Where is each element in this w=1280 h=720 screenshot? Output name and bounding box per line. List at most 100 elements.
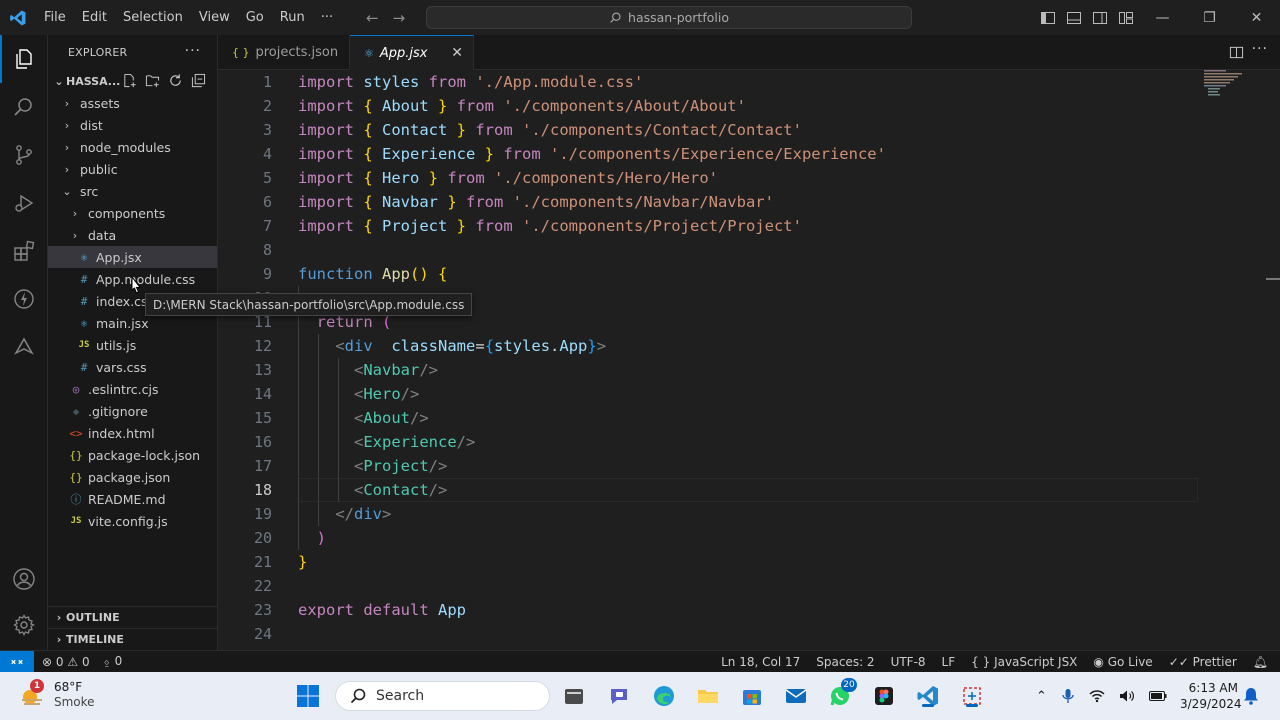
chevron-up-icon[interactable]: ⌃ [1036, 689, 1047, 704]
tree-folder[interactable]: › components [48, 202, 217, 224]
wifi-icon[interactable] [1089, 689, 1105, 703]
copilot-extension-icon[interactable] [0, 323, 48, 371]
problems-indicator[interactable]: ⊗ 0 ⚠ 0 [42, 655, 90, 669]
tree-file[interactable]: ⚛ App.jsx [48, 246, 217, 268]
menu-item[interactable]: Selection [115, 0, 191, 35]
outline-section[interactable]: › OUTLINE [48, 606, 218, 628]
refresh-icon[interactable] [168, 73, 183, 88]
tree-folder[interactable]: › data [48, 224, 217, 246]
minimap[interactable] [1204, 70, 1248, 110]
windows-start-icon[interactable] [296, 684, 320, 708]
ports-indicator[interactable]: ⍚ 0 [104, 654, 123, 669]
line-number: 17 [253, 457, 272, 475]
line-number: 14 [253, 385, 272, 403]
tree-file[interactable]: {} package-lock.json [48, 444, 217, 466]
remote-explorer-icon[interactable] [0, 275, 48, 323]
notification-bell-icon[interactable] [1243, 687, 1259, 709]
tree-file[interactable]: ◆ .gitignore [48, 400, 217, 422]
code-editor[interactable]: 1 import styles from './App.module.css' 2 i… [218, 70, 1280, 650]
collapse-all-icon[interactable] [191, 73, 206, 88]
taskbar-search[interactable]: Search [335, 681, 550, 711]
notifications-bell-icon[interactable]: 🔔︎ [1253, 655, 1268, 669]
restore-icon[interactable]: ❐ [1186, 0, 1233, 35]
menu-item[interactable]: View [191, 0, 238, 35]
tab-projects-json[interactable]: { } projects.json [218, 35, 350, 70]
menu-item[interactable]: Edit [74, 0, 115, 35]
tree-file[interactable]: {} package.json [48, 466, 217, 488]
figma-app-icon[interactable] [870, 682, 898, 710]
customize-layout-icon[interactable] [1118, 10, 1134, 26]
editor-more-actions-icon[interactable]: ··· [1252, 41, 1268, 57]
menu-item[interactable]: Go [238, 0, 272, 35]
forward-arrow-icon[interactable]: → [393, 9, 406, 27]
extensions-icon[interactable] [0, 227, 48, 275]
line-number: 24 [253, 625, 272, 643]
toggle-panel-icon[interactable] [1066, 10, 1082, 26]
prettier-button[interactable]: ✓✓ Prettier [1169, 655, 1237, 669]
tree-file[interactable]: ⓘ README.md [48, 488, 217, 510]
tree-file[interactable]: <> index.html [48, 422, 217, 444]
tree-folder[interactable]: ⌄ src [48, 180, 217, 202]
snipping-tool-app-icon[interactable] [958, 682, 986, 710]
close-window-icon[interactable]: ✕ [1233, 0, 1280, 35]
menu-item[interactable]: ··· [313, 0, 341, 35]
tree-file[interactable]: JS vite.config.js [48, 510, 217, 532]
timeline-section[interactable]: › TIMELINE [48, 628, 218, 650]
system-clock[interactable]: 6:13 AM 3/29/2024 [1180, 680, 1242, 712]
end-of-line[interactable]: LF [942, 655, 956, 669]
toggle-primary-sidebar-icon[interactable] [1040, 10, 1056, 26]
new-folder-icon[interactable] [145, 73, 160, 88]
teams-chat-app-icon[interactable] [606, 682, 634, 710]
battery-icon[interactable] [1148, 690, 1167, 702]
indentation[interactable]: Spaces: 2 [816, 655, 874, 669]
tree-folder[interactable]: › public [48, 158, 217, 180]
menu-item[interactable]: Run [272, 0, 313, 35]
temperature: 68°F [54, 680, 83, 694]
tree-folder[interactable]: › dist [48, 114, 217, 136]
toggle-secondary-sidebar-icon[interactable] [1092, 10, 1108, 26]
cursor-position[interactable]: Ln 18, Col 17 [721, 655, 800, 669]
tree-file[interactable]: JS utils.js [48, 334, 217, 356]
source-control-icon[interactable] [0, 131, 48, 179]
file-manager-app-icon[interactable] [560, 682, 588, 710]
language-mode[interactable]: { } JavaScript JSX [971, 655, 1077, 669]
tree-file[interactable]: ◎ .eslintrc.cjs [48, 378, 217, 400]
edge-browser-app-icon[interactable] [650, 682, 678, 710]
tree-item-label: .gitignore [88, 403, 148, 419]
search-activity-icon[interactable] [0, 83, 48, 131]
mail-app-icon[interactable] [782, 682, 810, 710]
encoding[interactable]: UTF-8 [891, 655, 926, 669]
remote-indicator-icon[interactable] [0, 650, 34, 673]
back-arrow-icon[interactable]: ← [366, 9, 379, 27]
js-file-icon: JS [78, 340, 90, 350]
explorer-icon[interactable] [0, 35, 48, 83]
run-debug-icon[interactable] [0, 179, 48, 227]
tab-app-jsx[interactable]: ⚛ App.jsx ✕ [350, 35, 474, 70]
windows-taskbar: 1 68°F Smoke Search 20 ⌃ 6:13 AM 3/29/20… [0, 672, 1280, 720]
vscode-taskbar-icon[interactable] [914, 682, 942, 710]
workspace-folder-header[interactable]: ⌄ HASSA... [48, 70, 217, 92]
new-file-icon[interactable] [122, 73, 137, 88]
file-explorer-app-icon[interactable] [694, 682, 722, 710]
minimize-icon[interactable]: — [1139, 0, 1186, 35]
volume-icon[interactable] [1119, 689, 1135, 703]
close-tab-icon[interactable]: ✕ [451, 45, 463, 61]
microsoft-store-app-icon[interactable] [738, 682, 766, 710]
manage-gear-icon[interactable] [0, 601, 48, 649]
whatsapp-app-icon[interactable]: 20 [826, 678, 857, 710]
microphone-icon[interactable] [1061, 688, 1075, 704]
tree-folder[interactable]: › node_modules [48, 136, 217, 158]
weather-widget[interactable]: 1 68°F Smoke [18, 679, 95, 710]
go-live-button[interactable]: ◉ Go Live [1093, 655, 1152, 669]
account-icon[interactable] [0, 555, 48, 603]
code-line: 8 [218, 238, 1280, 262]
command-center-search[interactable]: hassan-portfolio [426, 6, 912, 29]
more-actions-icon[interactable]: ··· [185, 43, 201, 59]
tree-file[interactable]: # vars.css [48, 356, 217, 378]
tree-folder[interactable]: › assets [48, 92, 217, 114]
code-text: import { Experience } from './components… [298, 145, 886, 163]
code-line: 23 export default App [218, 598, 1280, 622]
menu-item[interactable]: File [36, 0, 74, 35]
split-editor-icon[interactable] [1229, 45, 1244, 64]
code-token: < [354, 457, 364, 475]
